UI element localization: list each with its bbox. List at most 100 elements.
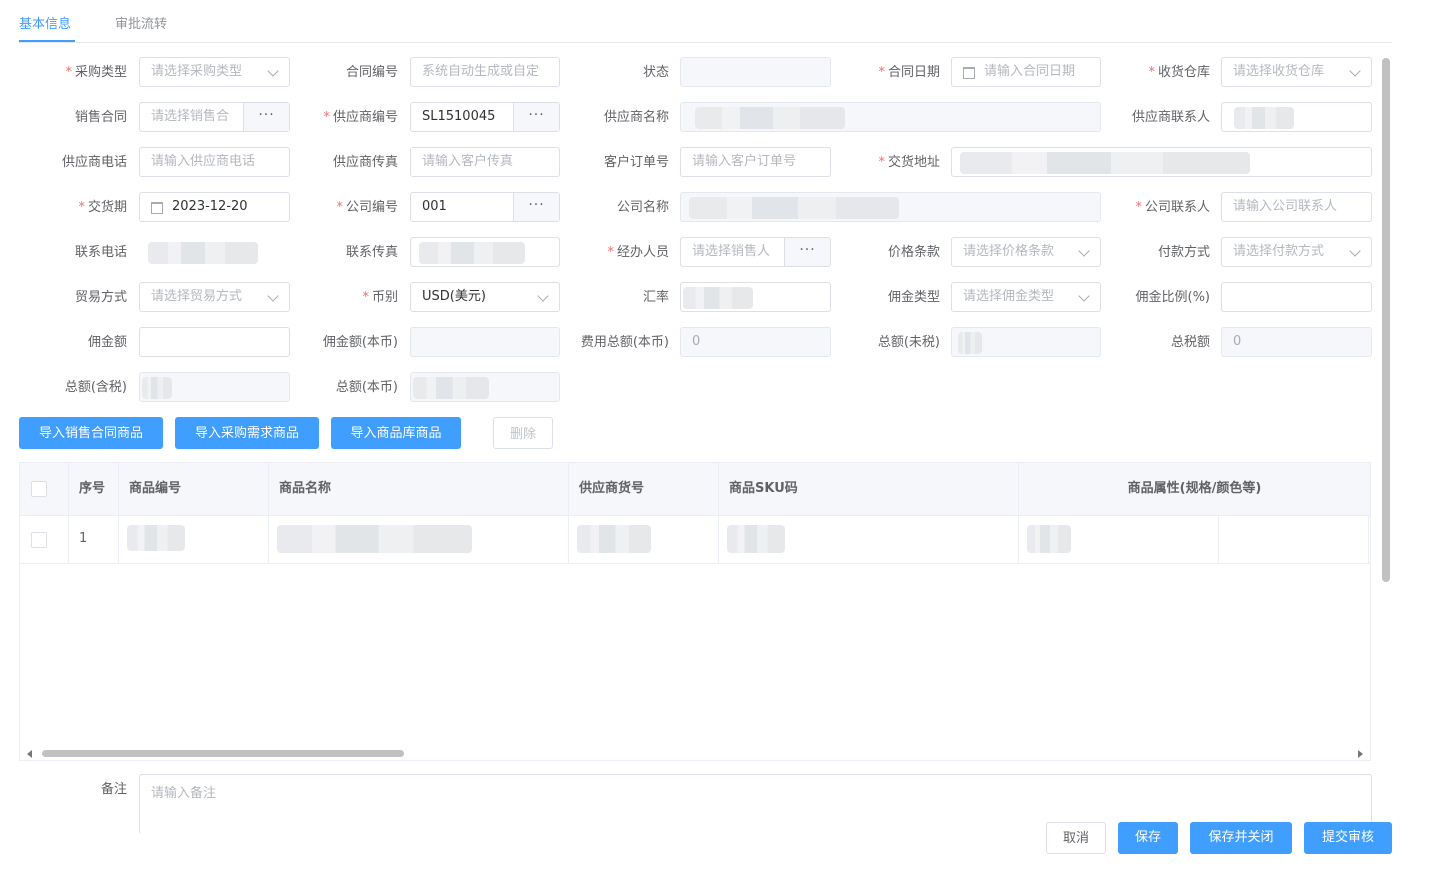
company-contact-input[interactable]: 请输入公司联系人 <box>1221 192 1372 222</box>
delivery-date-picker[interactable]: 2023-12-20 <box>139 192 290 222</box>
select-all-checkbox[interactable] <box>31 481 47 497</box>
table-header: 序号 商品编号 商品名称 供应商货号 商品SKU码 商品属性(规格/颜色等) <box>20 463 1370 516</box>
contact-phone-input[interactable] <box>139 237 290 267</box>
scroll-right-icon[interactable] <box>1358 750 1363 758</box>
redacted-value <box>148 242 258 264</box>
commission-amount-input[interactable] <box>139 327 290 357</box>
contact-fax-input[interactable] <box>410 237 560 267</box>
total-tax-label: 总税额 <box>1170 335 1210 350</box>
trade-method-placeholder: 请选择贸易方式 <box>151 289 243 304</box>
col-product-no: 商品编号 <box>119 463 269 515</box>
status-field <box>680 57 831 87</box>
import-sales-contract-button[interactable]: 导入销售合同商品 <box>19 417 163 449</box>
import-product-library-button[interactable]: 导入商品库商品 <box>331 417 461 449</box>
warehouse-select[interactable]: 请选择收货仓库 <box>1221 57 1372 87</box>
customer-order-label: 客户订单号 <box>603 155 669 170</box>
remark-textarea[interactable]: 请输入备注 <box>139 774 1372 834</box>
submit-review-button[interactable]: 提交审核 <box>1304 822 1392 854</box>
redacted-value <box>958 332 982 354</box>
delete-button[interactable]: 删除 <box>493 417 553 449</box>
company-contact-placeholder: 请输入公司联系人 <box>1233 199 1338 214</box>
contact-phone-label: 联系电话 <box>74 245 127 260</box>
row-select-cell <box>20 515 69 563</box>
handler-placeholder: 请选择销售人 <box>692 244 771 259</box>
save-button[interactable]: 保存 <box>1118 822 1178 854</box>
redacted-value <box>277 525 472 553</box>
chevron-down-icon <box>1349 65 1361 77</box>
trade-method-label: 贸易方式 <box>74 290 127 305</box>
expense-total-field: 0 <box>680 327 831 357</box>
payment-method-placeholder: 请选择付款方式 <box>1233 244 1325 259</box>
table-horizontal-scrollbar[interactable] <box>20 745 1370 760</box>
price-terms-placeholder: 请选择价格条款 <box>963 244 1055 259</box>
contact-fax-label: 联系传真 <box>345 245 398 260</box>
row-extra-cell <box>1219 515 1369 563</box>
company-no-picker[interactable]: 001 ··· <box>410 192 560 222</box>
save-close-button[interactable]: 保存并关闭 <box>1190 822 1292 854</box>
warehouse-placeholder: 请选择收货仓库 <box>1233 64 1325 79</box>
delivery-date-label: * 交货期 <box>78 200 127 215</box>
supplier-contact-input[interactable] <box>1221 102 1372 132</box>
calendar-icon <box>151 202 163 214</box>
col-attributes: 商品属性(规格/颜色等) <box>1019 463 1370 515</box>
delivery-date-value: 2023-12-20 <box>172 199 248 214</box>
trade-method-select[interactable]: 请选择贸易方式 <box>139 282 290 312</box>
delivery-address-input[interactable] <box>951 147 1372 177</box>
cancel-button[interactable]: 取消 <box>1046 822 1106 854</box>
customer-order-placeholder: 请输入客户订单号 <box>692 154 797 169</box>
currency-select[interactable]: USD(美元) <box>410 282 560 312</box>
supplier-name-label: 供应商名称 <box>603 110 669 125</box>
sales-contract-placeholder: 请选择销售合 <box>151 109 230 124</box>
payment-method-select[interactable]: 请选择付款方式 <box>1221 237 1372 267</box>
price-terms-label: 价格条款 <box>887 245 940 260</box>
handler-label: * 经办人员 <box>607 245 669 260</box>
col-supplier-item-no: 供应商货号 <box>569 463 719 515</box>
commission-type-select[interactable]: 请选择佣金类型 <box>951 282 1101 312</box>
purchase-type-placeholder: 请选择采购类型 <box>151 64 243 79</box>
commission-ratio-input[interactable] <box>1221 282 1372 312</box>
company-name-field <box>680 192 1101 222</box>
redacted-value <box>413 377 489 399</box>
purchase-type-select[interactable]: 请选择采购类型 <box>139 57 290 87</box>
tab-basic-info[interactable]: 基本信息 <box>19 13 71 32</box>
chevron-down-icon <box>1078 290 1090 302</box>
customer-order-input[interactable]: 请输入客户订单号 <box>680 147 831 177</box>
redacted-value <box>1234 107 1294 129</box>
contract-no-input[interactable]: 系统自动生成或自定 <box>410 57 560 87</box>
currency-label: * 币别 <box>362 290 398 305</box>
redacted-value <box>577 525 651 553</box>
chevron-down-icon <box>267 65 279 77</box>
commission-amount-label: 佣金额 <box>87 335 127 350</box>
exchange-rate-input[interactable] <box>680 282 831 312</box>
chevron-down-icon <box>1078 245 1090 257</box>
expense-total-label: 费用总额(本币) <box>580 335 669 350</box>
supplier-no-picker[interactable]: SL1510045 ··· <box>410 102 560 132</box>
redacted-value <box>727 525 785 553</box>
scroll-left-icon[interactable] <box>27 750 32 758</box>
redacted-value <box>142 377 172 399</box>
price-terms-select[interactable]: 请选择价格条款 <box>951 237 1101 267</box>
commission-type-placeholder: 请选择佣金类型 <box>963 289 1055 304</box>
col-sku: 商品SKU码 <box>719 463 1019 515</box>
chevron-down-icon <box>537 290 549 302</box>
select-all-cell <box>20 463 69 515</box>
supplier-fax-input[interactable]: 请输入客户传真 <box>410 147 560 177</box>
page-vertical-scrollbar[interactable] <box>1382 58 1390 582</box>
supplier-no-label: * 供应商编号 <box>323 110 398 125</box>
tab-approval-flow[interactable]: 审批流转 <box>115 13 167 32</box>
contract-date-placeholder: 请输入合同日期 <box>984 64 1076 79</box>
contract-date-picker[interactable]: 请输入合同日期 <box>951 57 1101 87</box>
supplier-name-field <box>680 102 1101 132</box>
delivery-address-label: * 交货地址 <box>878 155 940 170</box>
table-row[interactable]: 1 <box>20 515 1370 564</box>
col-index: 序号 <box>69 463 119 515</box>
row-product-name <box>269 515 569 563</box>
row-checkbox[interactable] <box>31 532 47 548</box>
import-purchase-demand-button[interactable]: 导入采购需求商品 <box>175 417 319 449</box>
company-no-value: 001 <box>422 199 447 214</box>
scrollbar-thumb[interactable] <box>42 750 404 757</box>
handler-picker[interactable]: 请选择销售人 ··· <box>680 237 831 267</box>
row-supplier-item-no <box>569 515 719 563</box>
supplier-phone-input[interactable]: 请输入供应商电话 <box>139 147 290 177</box>
sales-contract-picker[interactable]: 请选择销售合 ··· <box>139 102 290 132</box>
